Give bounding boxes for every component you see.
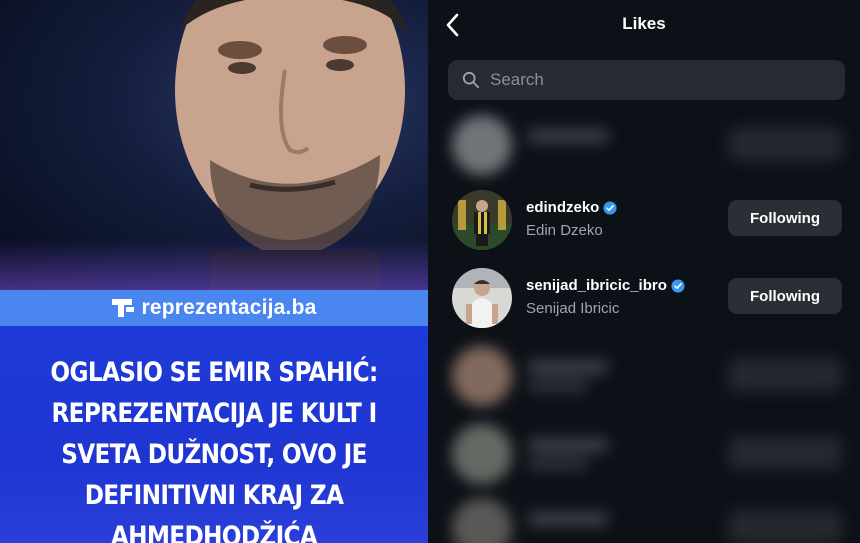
list-item[interactable]: edindzeko Edin Dzeko Following (428, 180, 860, 258)
avatar (452, 115, 512, 175)
hidden-username (528, 129, 608, 143)
headline-line: OGLASIO SE EMIR SPAHIĆ: (50, 357, 378, 388)
search-placeholder: Search (490, 70, 544, 89)
hidden-button (728, 358, 842, 392)
hidden-button (728, 127, 842, 161)
brand-name: reprezentacija.ba (141, 296, 317, 319)
search-input[interactable]: Search (448, 60, 845, 100)
page-title: Likes (622, 14, 666, 33)
headline-line: SVETA DUŽNOST, OVO JE (61, 439, 367, 470)
username-text[interactable]: senijad_ibricic_ibro (526, 277, 667, 294)
edindzeko-avatar-image (452, 190, 512, 250)
following-button[interactable]: Following (728, 278, 842, 314)
hidden-fullname (528, 458, 588, 470)
reprezentacija-logo-icon (111, 299, 134, 317)
avatar[interactable] (452, 190, 512, 250)
headline: OGLASIO SE EMIR SPAHIĆ: REPREZENTACIJA J… (30, 352, 398, 543)
username[interactable]: edindzeko (526, 199, 617, 216)
hidden-fullname (528, 380, 588, 392)
username-text[interactable]: edindzeko (526, 199, 599, 216)
brand-banner: reprezentacija.ba (0, 290, 428, 326)
username[interactable]: senijad_ibricic_ibro (526, 277, 685, 294)
news-photo (0, 0, 428, 290)
full-name: Senijad Ibricic (526, 300, 620, 317)
list-item-hidden (428, 414, 860, 492)
list-item-hidden (428, 105, 860, 183)
list-item-hidden (428, 488, 860, 543)
verified-badge-icon (603, 200, 617, 215)
likes-screen: Likes Search edindzeko Edin Dzeko Follow… (428, 0, 860, 543)
verified-badge-icon (671, 278, 685, 293)
top-bar: Likes (428, 0, 860, 50)
hidden-username (528, 512, 608, 526)
headline-line: AHMEDHODŽIĆA (110, 521, 318, 543)
hidden-username (528, 438, 608, 452)
stage-light (0, 240, 428, 290)
headline-panel: OGLASIO SE EMIR SPAHIĆ: REPREZENTACIJA J… (0, 326, 428, 543)
following-button[interactable]: Following (728, 200, 842, 236)
senijad-avatar-image (452, 268, 512, 328)
avatar[interactable] (452, 268, 512, 328)
news-graphic: reprezentacija.ba OGLASIO SE EMIR SPAHIĆ… (0, 0, 428, 543)
avatar (452, 424, 512, 484)
hidden-button (728, 436, 842, 470)
list-item-hidden (428, 336, 860, 414)
hidden-username (528, 360, 608, 374)
avatar (452, 498, 512, 543)
hidden-button (728, 510, 842, 543)
avatar (452, 346, 512, 406)
list-item[interactable]: senijad_ibricic_ibro Senijad Ibricic Fol… (428, 258, 860, 336)
headline-line: REPREZENTACIJA JE KULT I (51, 398, 377, 429)
search-icon (462, 71, 480, 89)
full-name: Edin Dzeko (526, 222, 603, 239)
headline-line: DEFINITIVNI KRAJ ZA (84, 480, 344, 511)
